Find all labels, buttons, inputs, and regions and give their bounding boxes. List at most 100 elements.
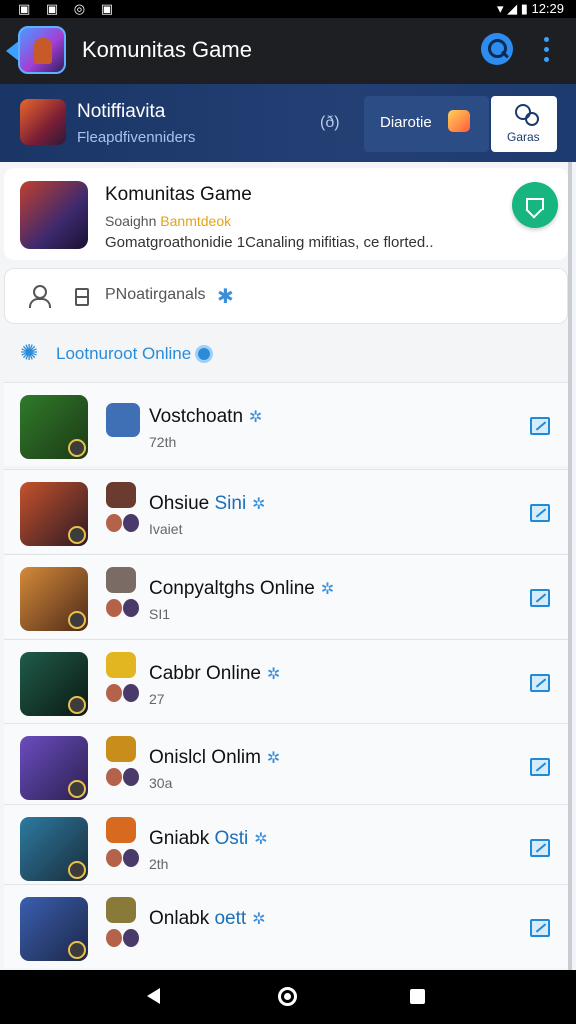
app-bar: Komunitas Game: [0, 18, 576, 84]
edit-icon[interactable]: [530, 839, 550, 857]
game-subtitle: 27: [149, 691, 165, 707]
player-avatar-small: [106, 929, 122, 947]
player-avatar: [106, 652, 136, 678]
person-icon[interactable]: [29, 285, 51, 308]
player-avatar: [106, 567, 136, 593]
notification-action-label: Diarotie: [380, 114, 432, 131]
player-avatar-small: [106, 849, 122, 867]
edit-icon[interactable]: [530, 674, 550, 692]
community-meta-highlight: Banmtdeok: [160, 213, 232, 229]
game-name-accent: oett: [214, 908, 247, 929]
player-avatar-small: [106, 768, 122, 786]
gem-button[interactable]: [512, 182, 558, 228]
list-icon[interactable]: [75, 288, 89, 306]
player-avatar: [106, 817, 136, 843]
game-name-text: Vostchoatn: [149, 406, 244, 427]
player-avatar: [106, 736, 136, 762]
game-subtitle: SI1: [149, 606, 171, 622]
player-avatar-small: [123, 768, 139, 786]
games-button[interactable]: Garas: [491, 96, 557, 152]
users-icon: [513, 104, 539, 126]
game-badge-icon: [68, 861, 86, 879]
game-name: Ohsiue Sini ✲: [149, 493, 266, 515]
search-input[interactable]: PNoatirganals: [105, 286, 206, 304]
game-badge-icon: [68, 696, 86, 714]
game-name-text: Ohsiue: [149, 493, 215, 514]
game-name-text: Gniabk: [149, 828, 215, 849]
game-subtitle: Ivaiet: [149, 521, 183, 537]
game-name-text: Onislcl Onlim: [149, 747, 261, 768]
notification-banner[interactable]: Notiffiavita Fleapdfivenniders (ð) Diaro…: [0, 84, 576, 162]
search-bar[interactable]: PNoatirganals ✱: [4, 268, 568, 324]
section-title: Lootnuroot Online: [56, 344, 192, 363]
screen: ▣ ▣ ◎ ▣ ▾ ◢ ▮ 12:29 Komunitas Game Notif…: [0, 0, 576, 1024]
more-options-icon[interactable]: [544, 37, 550, 63]
game-thumbnail: [20, 817, 88, 881]
status-bar: ▣ ▣ ◎ ▣ ▾ ◢ ▮ 12:29: [0, 0, 576, 18]
community-card[interactable]: Komunitas Game Soaighn Banmtdeok Gomatgr…: [4, 168, 568, 260]
community-meta-prefix: Soaighn: [105, 213, 157, 229]
game-name-text: Onlabk: [149, 908, 215, 929]
edit-icon[interactable]: [530, 758, 550, 776]
app-title: Komunitas Game: [82, 37, 252, 62]
game-row[interactable]: Onlabk oett ✲: [4, 884, 568, 968]
gear-icon: ✺: [20, 340, 39, 365]
main-panel: Komunitas Game Soaighn Banmtdeok Gomatgr…: [0, 162, 572, 970]
game-badge-icon: [68, 780, 86, 798]
game-row[interactable]: Gniabk Osti ✲ 2th: [4, 804, 568, 888]
verified-icon: ✲: [266, 666, 281, 683]
notification-badge: (ð): [320, 114, 340, 131]
player-avatar-small: [106, 599, 122, 617]
game-thumbnail: [20, 395, 88, 459]
star-icon: ✱: [217, 286, 234, 308]
player-avatar-small: [123, 684, 139, 702]
player-avatar: [106, 482, 136, 508]
game-row[interactable]: Ohsiue Sini ✲ Ivaiet: [4, 469, 568, 553]
game-row[interactable]: Vostchoatn ✲ 72th: [4, 382, 568, 466]
game-subtitle: 30a: [149, 775, 173, 791]
game-name-text: Conpyaltghs Online: [149, 578, 315, 599]
section-header: ✺ Lootnuroot Online: [4, 330, 568, 378]
status-icons-right: ▾ ◢ ▮ 12:29: [496, 1, 564, 16]
edit-icon[interactable]: [530, 919, 550, 937]
notification-thumbnail: [20, 99, 66, 145]
game-name: Onlabk oett ✲: [149, 908, 266, 930]
game-name: Conpyaltghs Online ✲: [149, 578, 334, 600]
player-avatar-small: [106, 684, 122, 702]
player-avatar: [106, 897, 136, 923]
edit-icon[interactable]: [530, 504, 550, 522]
game-subtitle: 72th: [149, 434, 177, 450]
navigation-bar: [0, 970, 576, 1024]
game-name: Cabbr Online ✲: [149, 663, 280, 685]
player-avatar-small: [123, 929, 139, 947]
notification-title: Notiffiavita: [77, 101, 166, 122]
player-avatar-small: [123, 599, 139, 617]
notification-subtitle: Fleapdfivenniders: [77, 129, 196, 146]
game-row[interactable]: Cabbr Online ✲ 27: [4, 639, 568, 723]
community-thumbnail: [20, 181, 88, 249]
game-row[interactable]: Conpyaltghs Online ✲ SI1: [4, 554, 568, 638]
game-thumbnail: [20, 897, 88, 961]
game-subtitle: 2th: [149, 856, 169, 872]
edit-icon[interactable]: [530, 417, 550, 435]
game-name-accent: Sini: [214, 493, 247, 514]
game-row[interactable]: Onislcl Onlim ✲ 30a: [4, 723, 568, 807]
community-title: Komunitas Game: [105, 184, 252, 205]
search-button[interactable]: [481, 33, 513, 65]
verified-icon: ✲: [254, 831, 268, 848]
verified-icon: ✲: [252, 911, 266, 928]
player-avatar-small: [123, 849, 139, 867]
verified-icon: ✲: [249, 409, 263, 426]
nav-back-icon[interactable]: [147, 988, 160, 1004]
community-description: Gomatgroathonidie 1Canaling mifitias, ce…: [105, 234, 434, 251]
game-name: Onislcl Onlim ✲: [149, 747, 280, 769]
edit-icon[interactable]: [530, 589, 550, 607]
nav-recents-icon[interactable]: [410, 989, 425, 1004]
game-badge-icon: [68, 439, 86, 457]
game-name-accent: Osti: [214, 828, 249, 849]
nav-home-icon[interactable]: [278, 987, 297, 1006]
game-thumbnail: [20, 567, 88, 631]
notification-action-button[interactable]: Diarotie: [364, 96, 489, 152]
player-avatar-small: [106, 514, 122, 532]
app-logo: [18, 26, 66, 74]
